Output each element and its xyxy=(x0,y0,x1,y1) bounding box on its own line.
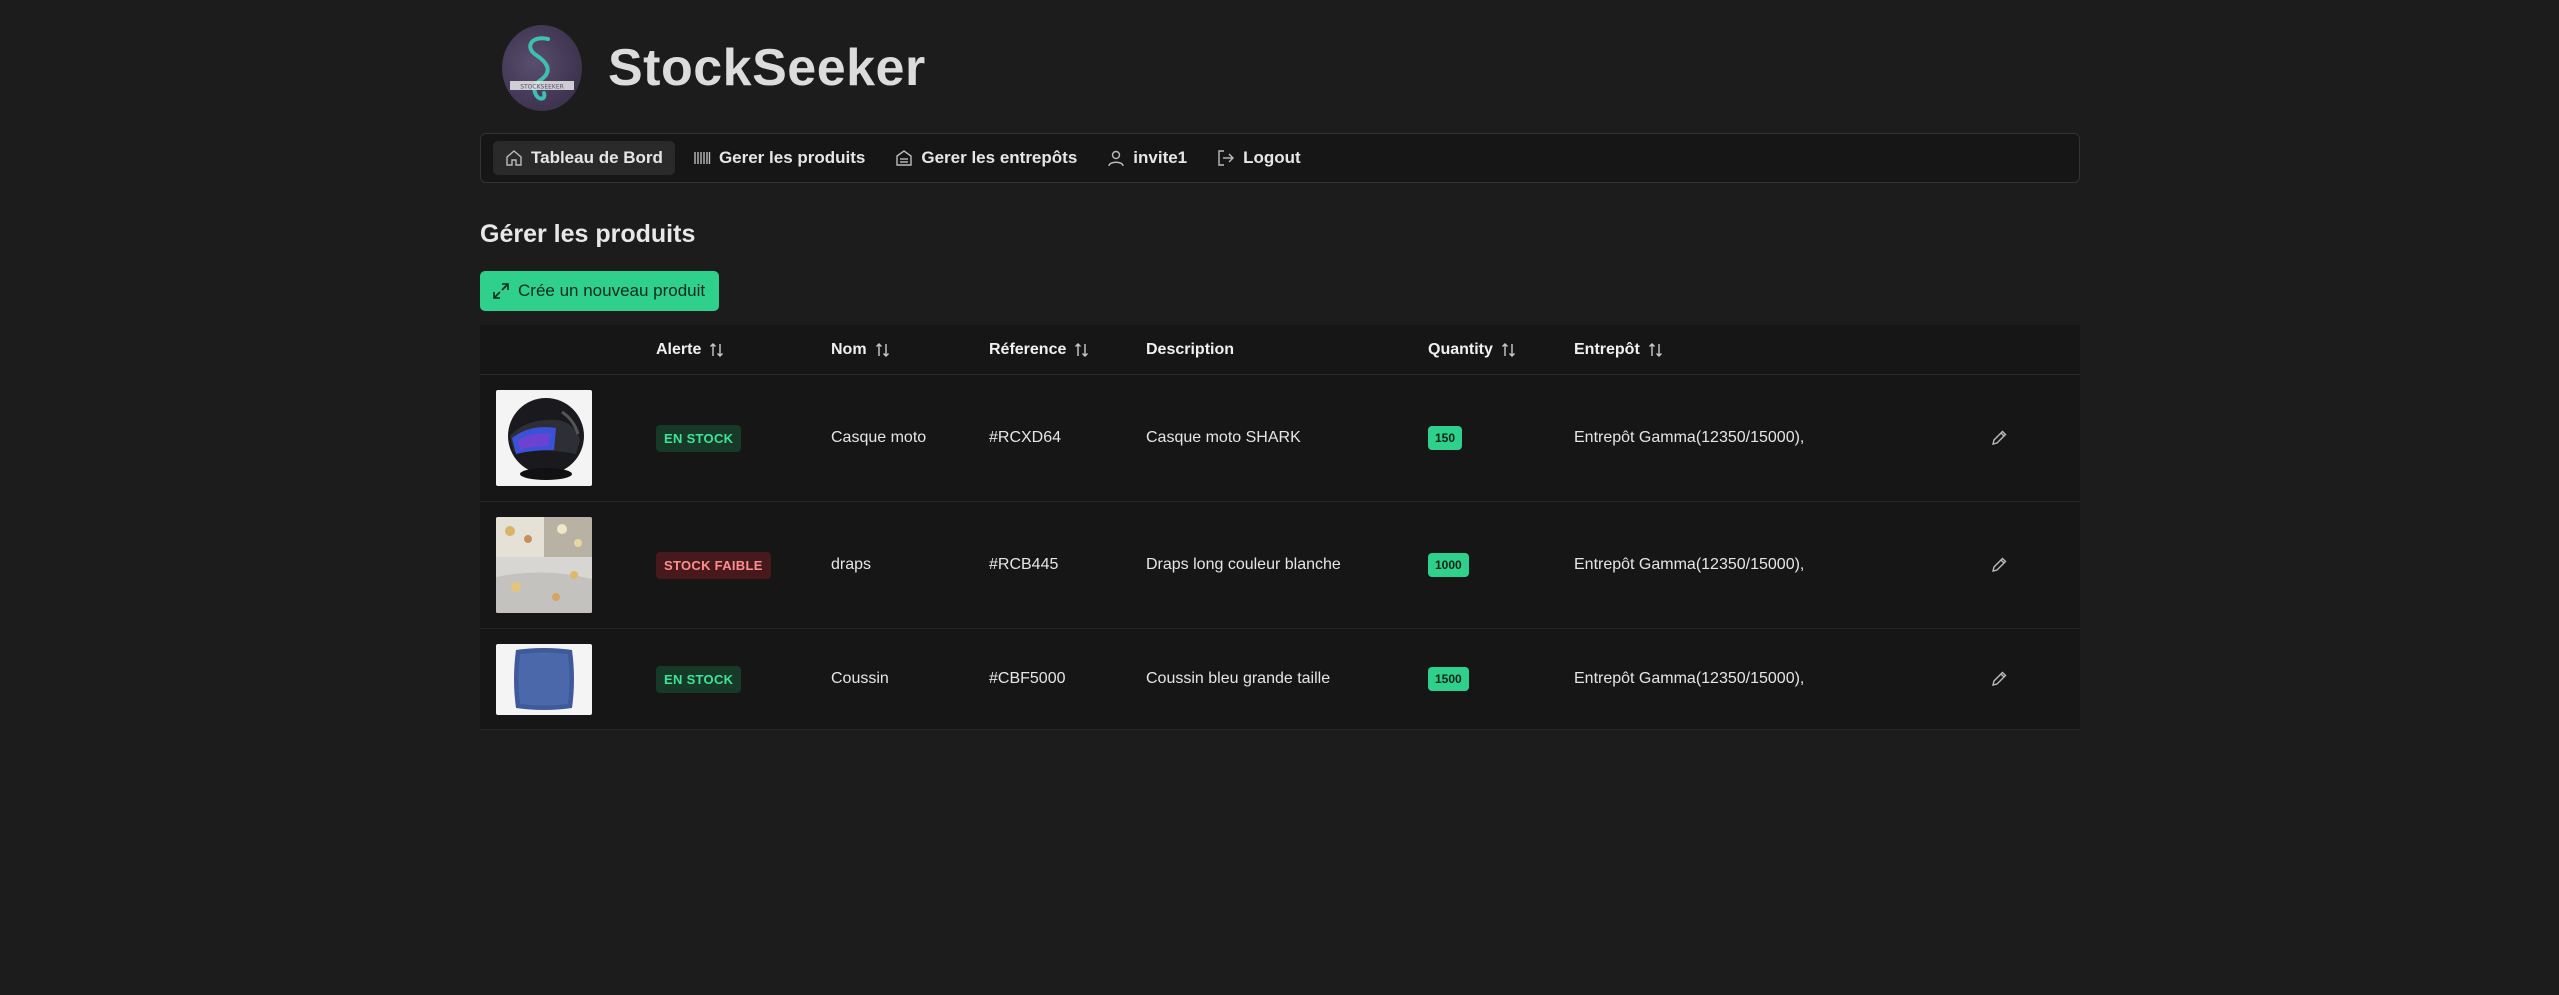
status-badge: EN STOCK xyxy=(656,424,742,452)
product-description: Casque moto SHARK xyxy=(1146,429,1301,446)
header-quantity[interactable]: Quantity xyxy=(1428,325,1517,375)
nav-item-products[interactable]: Gerer les produits xyxy=(681,141,877,175)
edit-icon[interactable] xyxy=(1990,556,2008,574)
edit-icon[interactable] xyxy=(1990,429,2008,447)
main-nav: Tableau de Bord Gerer les produits Gerer… xyxy=(480,133,2080,183)
create-product-label: Crée un nouveau produit xyxy=(518,281,706,300)
table-header: Alerte Nom Réference Description Quantit… xyxy=(480,325,2080,375)
product-warehouse: Entrepôt Gamma(12350/15000), xyxy=(1574,429,1805,446)
quantity-badge: 150 xyxy=(1428,426,1463,450)
product-ref: #RCXD64 xyxy=(989,429,1062,446)
nav-item-warehouses[interactable]: Gerer les entrepôts xyxy=(883,141,1089,175)
product-name: draps xyxy=(831,556,872,573)
nav-item-user[interactable]: invite1 xyxy=(1095,141,1199,175)
brand-title: StockSeeker xyxy=(608,39,926,97)
product-name: Casque moto xyxy=(831,429,927,446)
nav-label: Gerer les entrepôts xyxy=(921,148,1078,167)
status-badge: EN STOCK xyxy=(656,665,742,693)
nav-item-dashboard[interactable]: Tableau de Bord xyxy=(493,141,675,175)
edit-icon[interactable] xyxy=(1990,670,2008,688)
product-name: Coussin xyxy=(831,670,889,687)
sort-icon[interactable] xyxy=(875,342,891,358)
sort-icon[interactable] xyxy=(1074,342,1090,358)
app-logo: STOCKSEEKER xyxy=(502,25,582,111)
status-badge: STOCK FAIBLE xyxy=(656,551,771,579)
user-icon xyxy=(1107,149,1125,167)
sort-icon[interactable] xyxy=(709,342,725,358)
nav-label: Gerer les produits xyxy=(718,148,866,167)
header-warehouse[interactable]: Entrepôt xyxy=(1574,325,1664,375)
svg-text:STOCKSEEKER: STOCKSEEKER xyxy=(520,84,564,91)
home-icon xyxy=(505,149,523,167)
sort-icon[interactable] xyxy=(1501,342,1517,358)
table-row: STOCK FAIBLE draps #RCB445 Draps long co… xyxy=(480,502,2080,629)
product-ref: #CBF5000 xyxy=(989,670,1066,687)
product-image-bedsheet xyxy=(496,517,592,613)
product-description: Coussin bleu grande taille xyxy=(1146,670,1331,687)
nav-item-logout[interactable]: Logout xyxy=(1205,141,1313,175)
nav-label: Tableau de Bord xyxy=(531,148,663,167)
logout-icon xyxy=(1217,149,1235,167)
barcode-icon xyxy=(693,149,711,167)
expand-icon xyxy=(492,282,510,300)
sort-icon[interactable] xyxy=(1648,342,1664,358)
quantity-badge: 1500 xyxy=(1428,667,1469,691)
header-ref[interactable]: Réference xyxy=(989,325,1090,375)
header-name[interactable]: Nom xyxy=(831,325,891,375)
product-description: Draps long couleur blanche xyxy=(1146,556,1341,573)
table-row: EN STOCK Coussin #CBF5000 Coussin bleu g… xyxy=(480,629,2080,730)
quantity-badge: 1000 xyxy=(1428,553,1469,577)
warehouse-icon xyxy=(895,149,913,167)
table-row: EN STOCK Casque moto #RCXD64 Casque moto… xyxy=(480,375,2080,502)
product-image-cushion xyxy=(496,643,592,715)
header-description: Description xyxy=(1146,341,1235,358)
nav-label: Logout xyxy=(1243,148,1301,167)
product-warehouse: Entrepôt Gamma(12350/15000), xyxy=(1574,556,1805,573)
product-warehouse: Entrepôt Gamma(12350/15000), xyxy=(1574,670,1805,687)
app-header: STOCKSEEKER StockSeeker xyxy=(480,18,926,118)
create-product-button[interactable]: Crée un nouveau produit xyxy=(480,271,720,311)
product-image-helmet xyxy=(496,390,592,486)
page-title: Gérer les produits xyxy=(480,220,696,248)
product-ref: #RCB445 xyxy=(989,556,1059,573)
products-table: Alerte Nom Réference Description Quantit… xyxy=(480,325,2080,730)
nav-label: invite1 xyxy=(1133,148,1188,167)
header-alert[interactable]: Alerte xyxy=(656,325,725,375)
